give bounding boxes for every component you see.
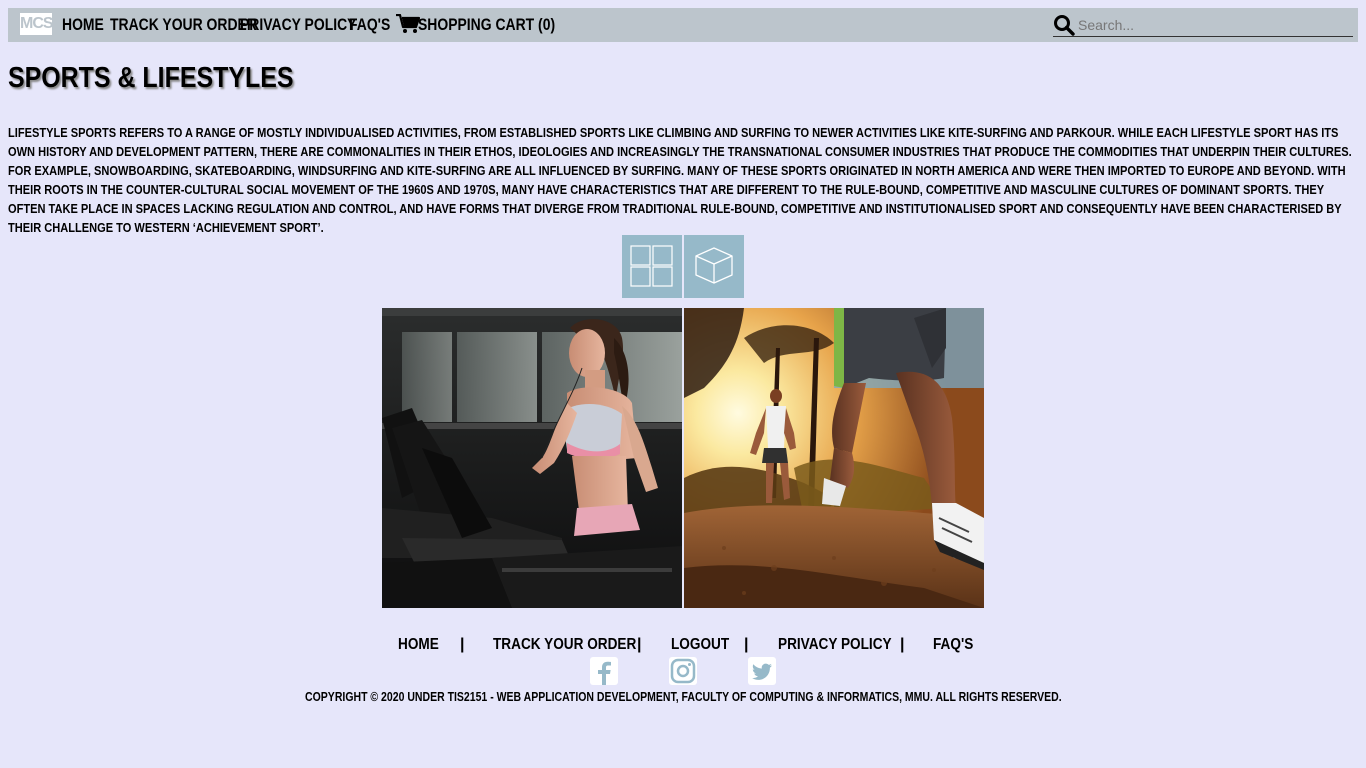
intro-paragraph: LIFESTYLE SPORTS REFERS TO A RANGE OF MO… [8,126,1352,235]
footer-separator: | [900,636,905,653]
footer-separator: | [460,636,465,653]
nav-faqs[interactable]: FAQ'S [349,8,390,42]
search-box [1053,14,1353,37]
gym-treadmill-photo [382,308,682,608]
footer-nav: HOME | TRACK YOUR ORDER | LOGOUT | PRIVA… [0,634,1366,656]
nav-shopping-cart[interactable]: SHOPPING CART (0) [418,8,555,42]
nav-privacy-policy[interactable]: PRIVACY POLICY [240,8,356,42]
footer-faqs[interactable]: FAQ'S [933,634,973,656]
twitter-link[interactable] [748,657,776,685]
facebook-icon [598,661,611,685]
cart-icon[interactable] [396,14,420,34]
footer-logout[interactable]: LOGOUT [671,634,729,656]
search-input[interactable] [1078,14,1348,36]
footer-privacy-policy[interactable]: PRIVACY POLICY [778,634,892,656]
nav-track-order[interactable]: TRACK YOUR ORDER [110,8,257,42]
instagram-icon [670,658,696,684]
footer-home[interactable]: HOME [398,634,439,656]
twitter-icon [752,663,772,680]
footer-track-order[interactable]: TRACK YOUR ORDER [493,634,636,656]
page-title: SPORTS & LIFESTYLES [8,62,294,94]
copyright-label: COPYRIGHT © 2020 UNDER TIS2151 - WEB APP… [304,690,1062,704]
search-icon[interactable] [1053,14,1075,36]
cube-view-button[interactable] [684,235,744,298]
footer-separator: | [744,636,749,653]
grid-view-button[interactable] [622,235,682,298]
trail-runners-photo [684,308,984,608]
top-navbar: MCS HOME TRACK YOUR ORDER PRIVACY POLICY… [8,8,1358,42]
grid-view-icon [630,245,673,287]
site-logo[interactable]: MCS [20,13,54,35]
nav-home[interactable]: HOME [62,8,104,42]
cube-view-icon [695,247,733,284]
facebook-link[interactable] [590,657,618,685]
copyright-text: COPYRIGHT © 2020 UNDER TIS2151 - WEB APP… [0,690,1366,704]
footer-separator: | [637,636,642,653]
instagram-link[interactable] [669,657,697,685]
